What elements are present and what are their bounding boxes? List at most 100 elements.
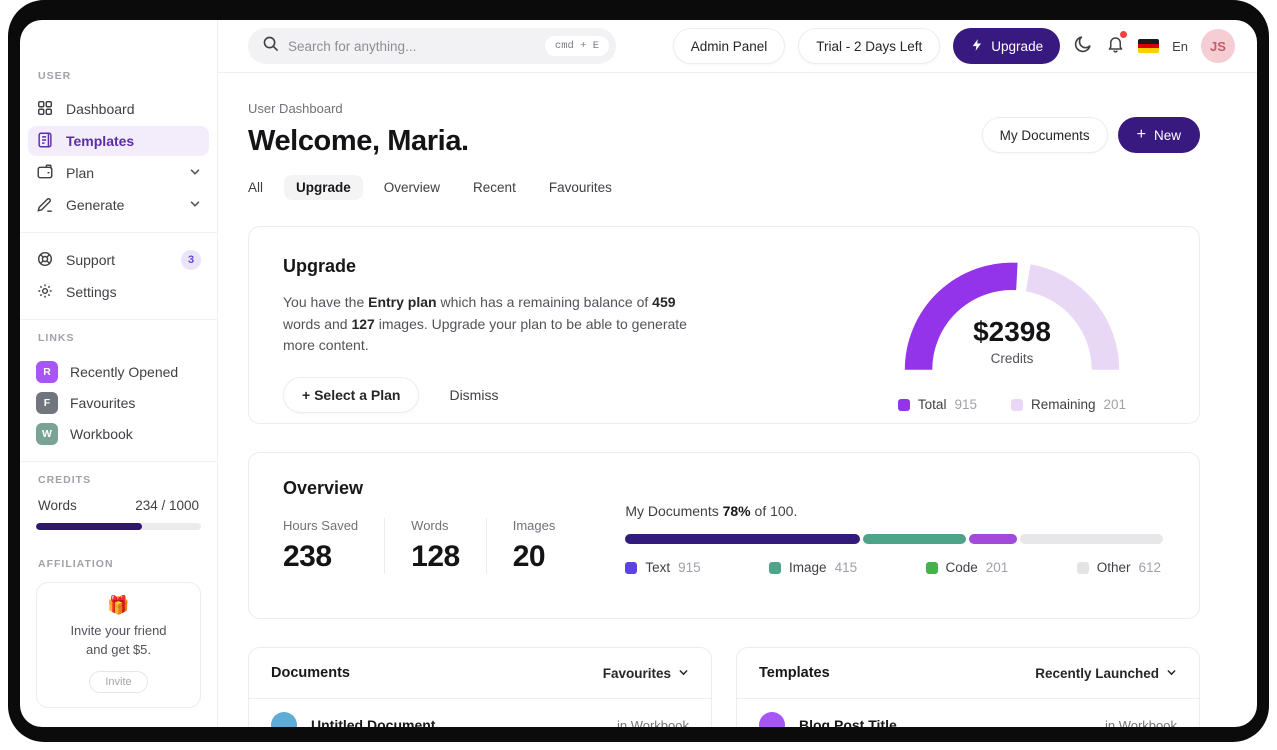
legend-item-code: Code 201: [925, 560, 1008, 575]
chevron-down-icon: [678, 666, 689, 681]
user-avatar[interactable]: JS: [1201, 29, 1235, 63]
tab-favourites[interactable]: Favourites: [537, 175, 624, 200]
link-label: Favourites: [70, 394, 136, 411]
my-documents-button[interactable]: My Documents: [981, 117, 1108, 153]
legend-item-other: Other 612: [1076, 560, 1161, 575]
gift-icon: 🎁: [107, 595, 130, 615]
sidebar-divider: [20, 461, 217, 462]
legend-swatch: [897, 398, 910, 411]
affiliation-card: 🎁 Invite your friend and get $5. Invite: [36, 582, 201, 708]
sidebar-item-settings[interactable]: Settings: [28, 277, 209, 307]
tab-recent[interactable]: Recent: [461, 175, 528, 200]
dismiss-button[interactable]: Dismiss: [449, 387, 498, 403]
language-switcher[interactable]: [1138, 39, 1160, 53]
template-avatar: [759, 712, 785, 727]
sidebar-item-label: Dashboard: [66, 101, 135, 117]
trial-status-badge[interactable]: Trial - 2 Days Left: [798, 28, 941, 64]
legend-item-total: Total 915: [897, 397, 977, 412]
main-area: Search for anything... cmd + E Admin Pan…: [218, 20, 1257, 727]
legend-swatch: [1076, 561, 1089, 574]
select-plan-button[interactable]: + Select a Plan: [283, 377, 420, 414]
templates-document-icon: [36, 131, 54, 152]
breadcrumb: User Dashboard: [248, 101, 343, 116]
sidebar-item-plan[interactable]: Plan: [28, 158, 209, 188]
germany-flag-icon: [1138, 39, 1160, 53]
dark-mode-toggle[interactable]: [1073, 34, 1093, 59]
words-credit-progressbar: [36, 523, 201, 530]
sidebar-divider: [20, 232, 217, 233]
legend-swatch: [769, 561, 782, 574]
sidebar-item-label: Templates: [66, 133, 135, 149]
legend-item-text: Text 915: [625, 560, 701, 575]
sidebar-link-favourites[interactable]: F Favourites: [36, 387, 201, 418]
document-list-item[interactable]: Untitled Document in Workbook: [249, 699, 711, 727]
dashboard-grid-icon: [36, 99, 54, 120]
templates-card: Templates Recently Launched Blog Post Ti…: [736, 647, 1200, 727]
sidebar-item-generate[interactable]: Generate: [28, 190, 209, 220]
sidebar-item-label: Support: [66, 252, 116, 268]
chevron-down-icon: [1166, 666, 1177, 681]
invite-button[interactable]: Invite: [89, 670, 148, 693]
documents-card-title: Documents: [271, 665, 350, 681]
template-list-item[interactable]: Blog Post Title in Workbook: [737, 699, 1199, 727]
search-icon: [262, 35, 279, 57]
legend-swatch: [1010, 398, 1023, 411]
sidebar-section-links: LINKS: [38, 332, 75, 344]
upgrade-button[interactable]: Upgrade: [953, 28, 1061, 64]
sidebar-link-recently-opened[interactable]: R Recently Opened: [36, 356, 201, 387]
sidebar-section-credits: CREDITS: [38, 474, 92, 486]
lifebuoy-icon: [36, 250, 54, 271]
search-input[interactable]: Search for anything... cmd + E: [248, 28, 616, 64]
templates-card-title: Templates: [759, 665, 830, 681]
upgrade-card-title: Upgrade: [283, 256, 357, 276]
credits-words-label: Words: [38, 498, 77, 513]
document-location: in Workbook: [616, 717, 689, 728]
pencil-icon: [36, 195, 54, 216]
words-credit-progress-fill: [36, 523, 142, 530]
documents-filter-dropdown[interactable]: Favourites: [603, 666, 689, 681]
plus-icon: +: [1136, 126, 1146, 143]
tab-upgrade[interactable]: Upgrade: [284, 175, 363, 200]
legend-swatch: [625, 561, 638, 574]
search-shortcut-kbd: cmd + E: [544, 36, 609, 56]
notifications-button[interactable]: [1106, 31, 1128, 58]
template-location: in Workbook: [1104, 717, 1177, 728]
sidebar-item-templates[interactable]: Templates: [28, 126, 209, 156]
sidebar-item-label: Plan: [66, 165, 95, 181]
chevron-down-icon: [189, 165, 201, 181]
tab-overview[interactable]: Overview: [372, 175, 452, 200]
topbar: Search for anything... cmd + E Admin Pan…: [218, 20, 1257, 73]
overview-card-title: Overview: [283, 478, 364, 498]
page-title: Welcome, Maria.: [248, 125, 469, 157]
admin-panel-button[interactable]: Admin Panel: [672, 28, 786, 64]
credits-words-value: 234 / 1000: [135, 498, 199, 513]
sidebar-section-affiliation: AFFILIATION: [38, 558, 114, 570]
bolt-icon: [970, 38, 984, 55]
upgrade-card-body: You have the Entry plan which has a rema…: [283, 294, 687, 354]
stat-words: Words 128: [384, 518, 486, 574]
moon-icon: [1073, 34, 1093, 59]
document-avatar: [271, 712, 297, 727]
page-content: User Dashboard Welcome, Maria. My Docume…: [218, 73, 1257, 727]
link-initial-badge: W: [36, 422, 58, 445]
sidebar-link-workbook[interactable]: W Workbook: [36, 418, 201, 449]
stacked-progress-bar: [625, 534, 1165, 544]
templates-filter-dropdown[interactable]: Recently Launched: [1035, 666, 1177, 681]
language-label[interactable]: En: [1172, 39, 1188, 54]
bar-segment-code: [968, 534, 1018, 544]
affiliation-text: Invite your friend and get $5.: [70, 623, 167, 657]
wallet-icon: [36, 163, 54, 184]
progress-caption: My Documents 78% of 100.: [625, 503, 798, 519]
device-frame: USER Dashboard Templates Plan Generate S…: [8, 0, 1269, 742]
sidebar-item-dashboard[interactable]: Dashboard: [28, 94, 209, 124]
sidebar: USER Dashboard Templates Plan Generate S…: [20, 20, 218, 727]
documents-card: Documents Favourites Untitled Document i…: [248, 647, 712, 727]
filter-tabs: All Upgrade Overview Recent Favourites: [236, 175, 1200, 200]
stat-images: Images 20: [485, 518, 582, 574]
tab-all[interactable]: All: [236, 175, 275, 200]
new-button[interactable]: + New: [1117, 117, 1200, 153]
sidebar-item-support[interactable]: Support 3: [28, 245, 209, 275]
link-initial-badge: R: [36, 360, 58, 383]
sidebar-item-label: Settings: [66, 284, 117, 300]
bar-segment-image: [863, 534, 966, 544]
